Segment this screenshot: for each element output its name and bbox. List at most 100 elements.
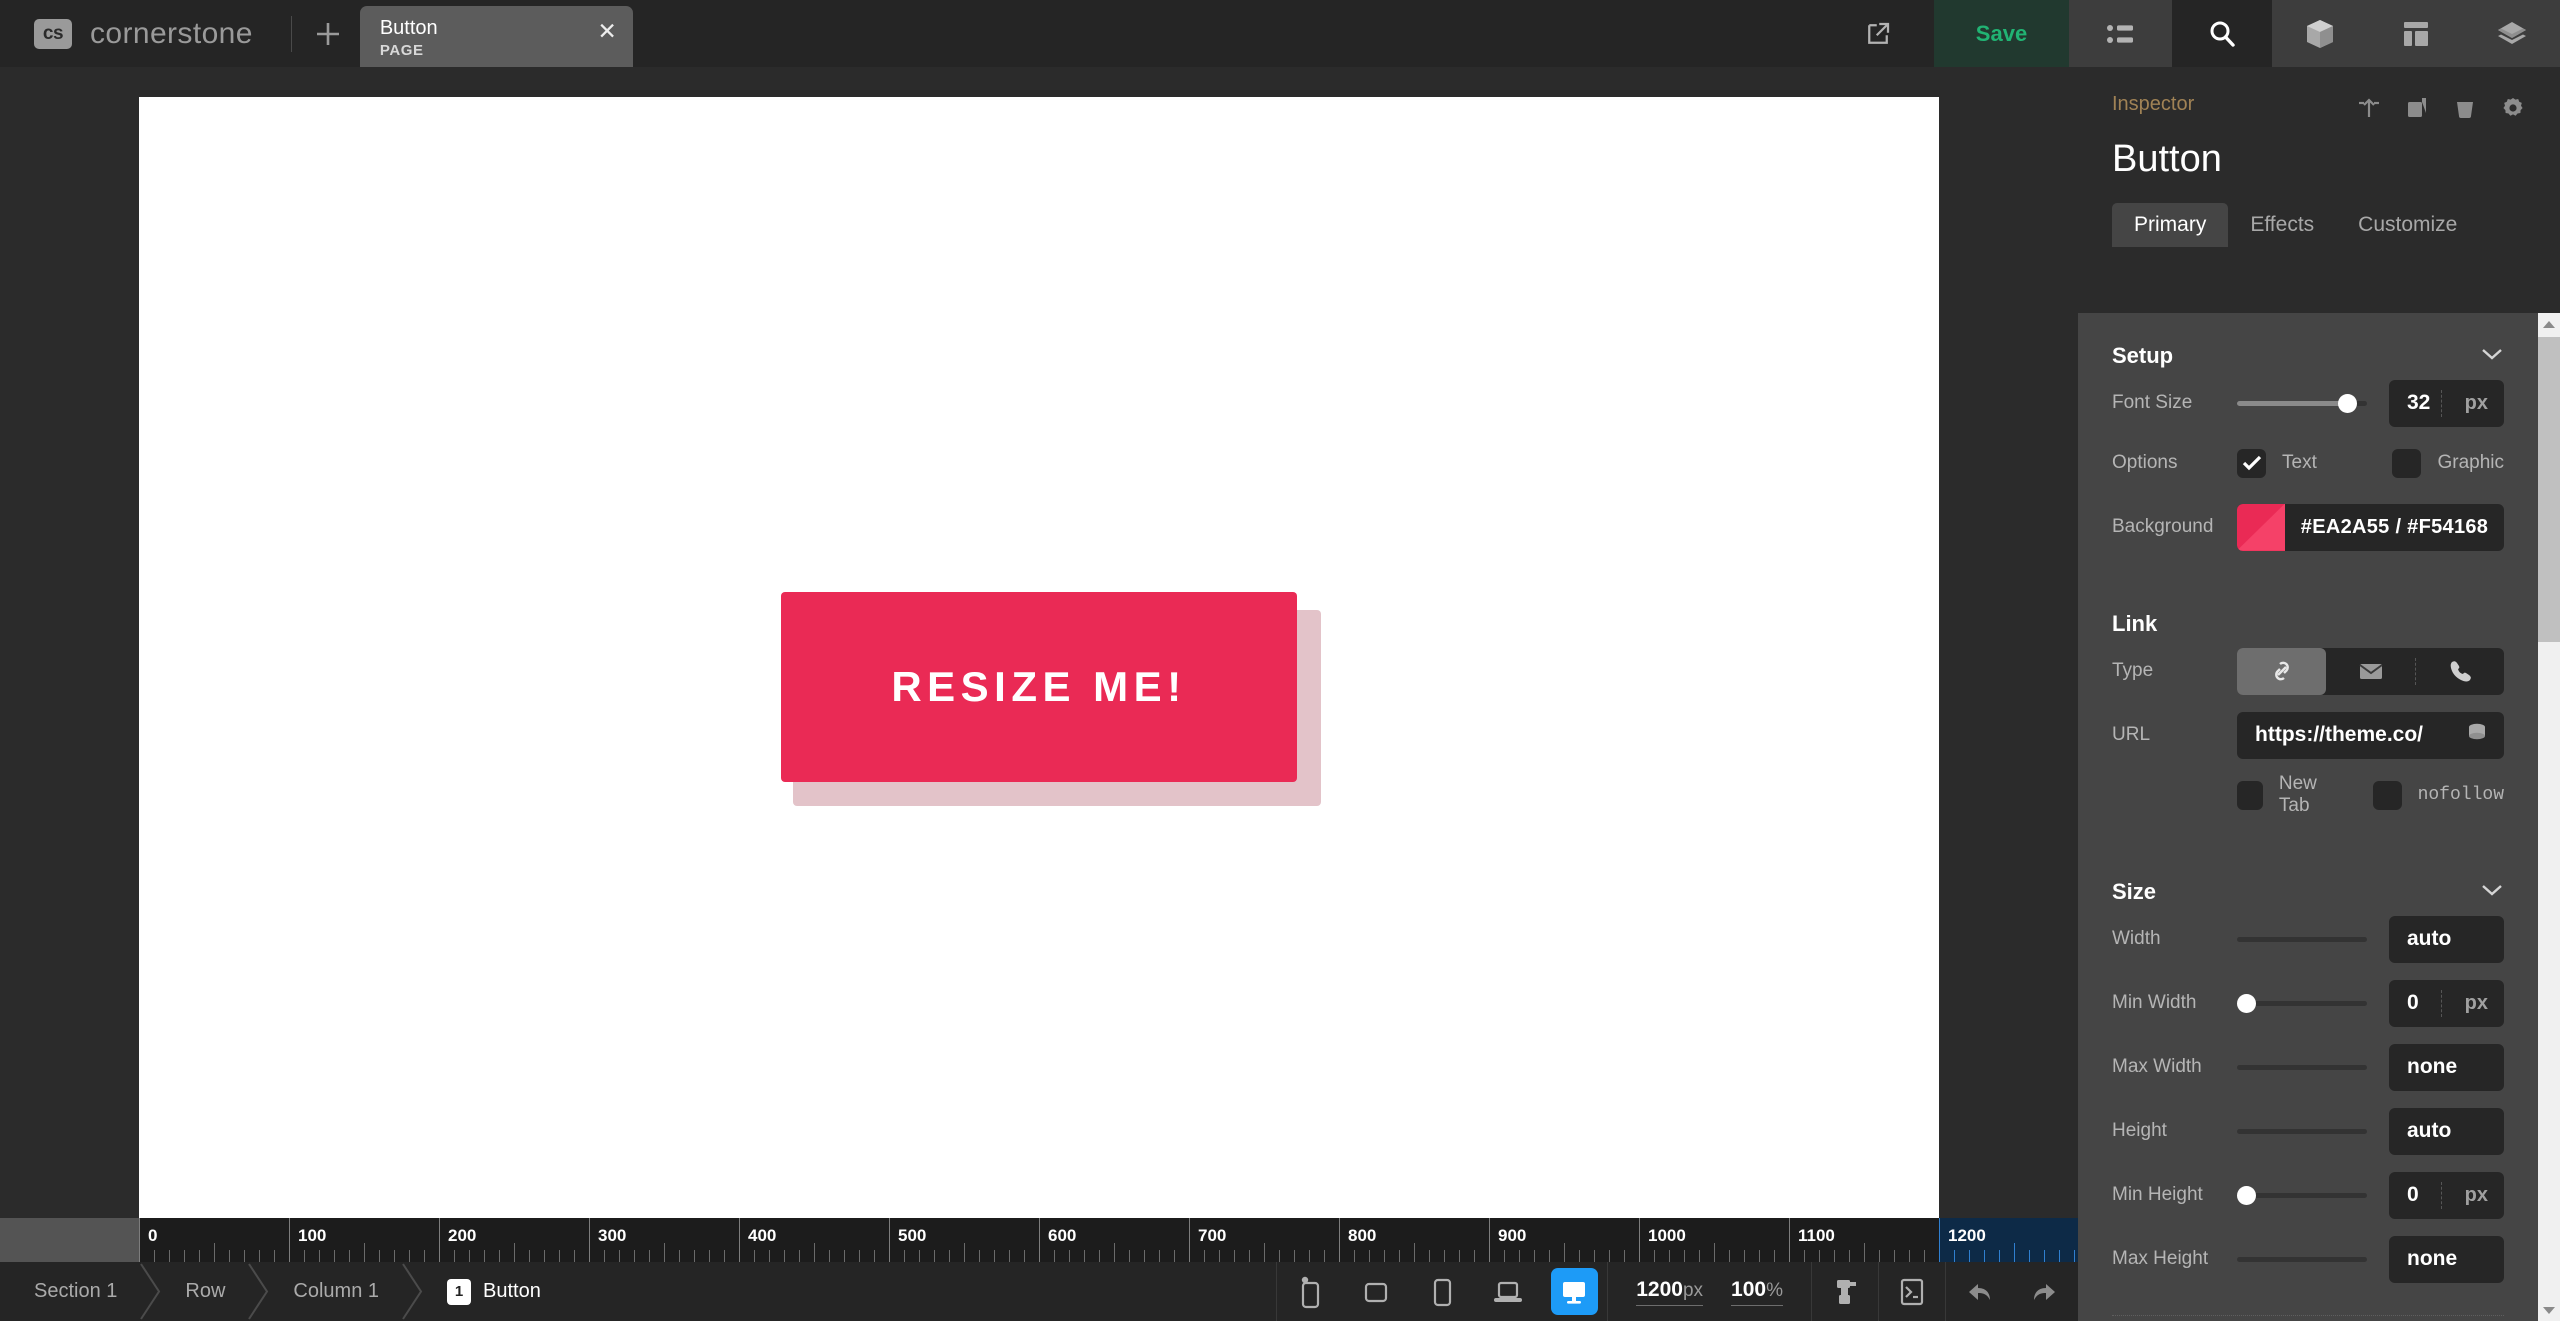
resize-me-button[interactable]: RESIZE ME!: [781, 592, 1297, 782]
link-type-phone-button[interactable]: [2415, 648, 2504, 695]
min-height-input[interactable]: 0px: [2389, 1172, 2504, 1219]
list-view-button[interactable]: [2069, 0, 2172, 67]
move-icon[interactable]: [2356, 95, 2382, 126]
ruler-tick: [304, 1250, 305, 1262]
height-input[interactable]: auto: [2389, 1108, 2504, 1155]
elements-button[interactable]: [2272, 0, 2368, 67]
page-canvas[interactable]: RESIZE ME!: [139, 97, 1939, 1232]
breadcrumb-item-column[interactable]: Column 1: [259, 1262, 413, 1321]
ruler-tick: [1729, 1250, 1730, 1262]
max-width-input[interactable]: none: [2389, 1044, 2504, 1091]
ruler-tick: [694, 1250, 695, 1262]
tab-effects[interactable]: Effects: [2228, 203, 2336, 247]
ruler-tick: [469, 1250, 470, 1262]
device-desktop-button[interactable]: [1541, 1262, 1607, 1321]
database-icon[interactable]: [2466, 721, 2488, 750]
ruler-tick: [169, 1250, 170, 1262]
tab-button-page[interactable]: Button PAGE ✕: [360, 6, 633, 67]
ruler-tick: [1624, 1250, 1625, 1262]
ruler-tick: [2059, 1250, 2060, 1262]
inspector-tabs: Primary Effects Customize: [2078, 181, 2560, 247]
ruler-label: 500: [898, 1226, 926, 1246]
device-phone-portrait-button[interactable]: [1277, 1262, 1343, 1321]
ruler-label: 100: [298, 1226, 326, 1246]
font-size-input[interactable]: 32 px: [2389, 380, 2504, 427]
layout-button[interactable]: [2368, 0, 2464, 67]
height-slider[interactable]: [2237, 1116, 2367, 1146]
inspect-tool-button[interactable]: [1812, 1262, 1878, 1321]
spacer: [633, 0, 1822, 67]
ruler-tick: [1759, 1250, 1760, 1262]
checkbox-nofollow[interactable]: nofollow: [2373, 781, 2504, 810]
slider-track: [2237, 1065, 2367, 1070]
background-color-picker[interactable]: #EA2A55 / #F54168: [2237, 504, 2504, 551]
scroll-down-button[interactable]: [2538, 1299, 2560, 1321]
checkbox-new-tab[interactable]: New Tab: [2237, 773, 2345, 817]
tab-primary[interactable]: Primary: [2112, 203, 2228, 247]
min-width-input[interactable]: 0px: [2389, 980, 2504, 1027]
spacer: [2078, 557, 2538, 581]
chevron-down-icon[interactable]: [2480, 882, 2504, 903]
duplicate-icon[interactable]: [2404, 95, 2430, 126]
device-laptop-button[interactable]: [1475, 1262, 1541, 1321]
undo-button[interactable]: [1946, 1262, 2012, 1321]
close-icon[interactable]: ✕: [598, 20, 617, 43]
checkbox-graphic[interactable]: Graphic: [2392, 449, 2504, 478]
scrollbar-thumb[interactable]: [2538, 337, 2560, 642]
ruler-tick: [979, 1250, 980, 1262]
gear-icon[interactable]: [2500, 95, 2526, 126]
breadcrumb-item-button[interactable]: 1 Button: [413, 1262, 575, 1321]
new-tab-button[interactable]: [296, 0, 360, 67]
section-header-design[interactable]: Design: [2078, 1316, 2538, 1321]
min-height-slider[interactable]: [2237, 1180, 2367, 1210]
viewport-width-input[interactable]: 1200px: [1636, 1278, 1703, 1306]
checkbox-box: [2237, 449, 2266, 478]
link-type-url-button[interactable]: [2237, 648, 2326, 695]
save-button[interactable]: Save: [1934, 0, 2069, 67]
checkbox-label: nofollow: [2418, 785, 2504, 805]
horizontal-ruler[interactable]: 0100200300400500600700800900100011001200: [0, 1218, 2078, 1262]
ruler-tick: [1189, 1218, 1190, 1262]
width-slider[interactable]: [2237, 924, 2367, 954]
layers-button[interactable]: [2464, 0, 2560, 67]
section-header-setup[interactable]: Setup: [2078, 313, 2538, 369]
inspector-scrollbar[interactable]: [2538, 313, 2560, 1321]
code-tool-button[interactable]: [1879, 1262, 1945, 1321]
ruler-tick: [1894, 1250, 1895, 1262]
slider-knob[interactable]: [2237, 1186, 2256, 1205]
ruler-tick: [1954, 1250, 1955, 1262]
breadcrumb-item-section[interactable]: Section 1: [0, 1262, 151, 1321]
max-height-slider[interactable]: [2237, 1244, 2367, 1274]
link-icon: [2268, 657, 2296, 685]
url-input[interactable]: https://theme.co/: [2237, 712, 2504, 759]
section-header-size[interactable]: Size: [2078, 849, 2538, 905]
preview-button[interactable]: [1822, 0, 1934, 67]
search-button[interactable]: [2172, 0, 2272, 67]
link-type-email-button[interactable]: [2326, 648, 2415, 695]
min-width-slider[interactable]: [2237, 988, 2367, 1018]
device-tablet-portrait-button[interactable]: [1409, 1262, 1475, 1321]
max-height-input[interactable]: none: [2389, 1236, 2504, 1283]
chevron-down-icon[interactable]: [2480, 346, 2504, 367]
scroll-up-button[interactable]: [2538, 313, 2560, 335]
tab-customize[interactable]: Customize: [2336, 203, 2479, 247]
width-input[interactable]: auto: [2389, 916, 2504, 963]
slider-knob[interactable]: [2338, 394, 2357, 413]
ruler-tick: [664, 1243, 665, 1262]
font-size-slider[interactable]: [2237, 388, 2367, 418]
field-row-options: Options Text Graphic: [2078, 433, 2538, 493]
breadcrumb-item-row[interactable]: Row: [151, 1262, 259, 1321]
ruler-tick: [1384, 1250, 1385, 1262]
redo-button[interactable]: [2012, 1262, 2078, 1321]
field-value: 0: [2389, 991, 2419, 1015]
ruler-tick: [1174, 1250, 1175, 1262]
ruler-tick: [1939, 1218, 1940, 1262]
device-switcher: [1276, 1262, 1607, 1321]
slider-knob[interactable]: [2237, 994, 2256, 1013]
device-phone-landscape-button[interactable]: [1343, 1262, 1409, 1321]
max-width-slider[interactable]: [2237, 1052, 2367, 1082]
zoom-level-input[interactable]: 100%: [1731, 1278, 1783, 1306]
list-icon: [2106, 21, 2136, 47]
checkbox-text[interactable]: Text: [2237, 449, 2317, 478]
trash-icon[interactable]: [2452, 95, 2478, 126]
